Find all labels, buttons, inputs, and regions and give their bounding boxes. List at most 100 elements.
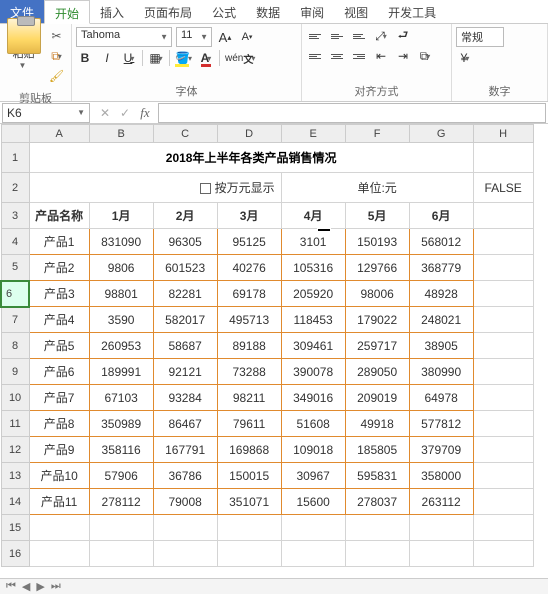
row-header[interactable]: 8 xyxy=(1,333,29,359)
data-cell[interactable]: 产品1 xyxy=(29,229,89,255)
data-cell[interactable]: 349016 xyxy=(281,385,345,411)
data-cell[interactable]: 93284 xyxy=(153,385,217,411)
data-cell[interactable]: 产品7 xyxy=(29,385,89,411)
border-button[interactable]: ▦▾ xyxy=(147,49,165,67)
data-cell[interactable]: 129766 xyxy=(345,255,409,281)
data-cell[interactable]: 36786 xyxy=(153,463,217,489)
column-header[interactable]: A xyxy=(29,125,89,143)
column-header[interactable]: G xyxy=(409,125,473,143)
cut-button[interactable]: ✂ xyxy=(48,27,66,45)
table-column-header[interactable]: 产品名称 xyxy=(29,203,89,229)
sheet-nav-first-icon[interactable]: ⏮ xyxy=(6,580,16,593)
data-cell[interactable]: 209019 xyxy=(345,385,409,411)
data-cell[interactable]: 产品6 xyxy=(29,359,89,385)
data-cell[interactable]: 产品8 xyxy=(29,411,89,437)
data-cell[interactable]: 40276 xyxy=(217,255,281,281)
cell[interactable] xyxy=(473,437,533,463)
cell[interactable] xyxy=(473,489,533,515)
cell[interactable] xyxy=(29,515,89,541)
formula-input[interactable] xyxy=(158,103,546,123)
row-header[interactable]: 7 xyxy=(1,307,29,333)
data-cell[interactable]: 105316 xyxy=(281,255,345,281)
tab-home[interactable]: 开始 xyxy=(44,0,90,24)
decrease-indent-button[interactable]: ⇤ xyxy=(372,47,390,65)
data-cell[interactable]: 79008 xyxy=(153,489,217,515)
column-header[interactable]: C xyxy=(153,125,217,143)
data-cell[interactable]: 289050 xyxy=(345,359,409,385)
cell[interactable] xyxy=(473,463,533,489)
cell[interactable] xyxy=(217,515,281,541)
tab-insert[interactable]: 插入 xyxy=(90,0,134,23)
data-cell[interactable]: 150193 xyxy=(345,229,409,255)
sheet-nav-next-icon[interactable]: ▶ xyxy=(36,580,44,593)
cell[interactable] xyxy=(89,541,153,567)
data-cell[interactable]: 产品10 xyxy=(29,463,89,489)
data-cell[interactable]: 179022 xyxy=(345,307,409,333)
data-cell[interactable]: 368779 xyxy=(409,255,473,281)
table-column-header[interactable]: 3月 xyxy=(217,203,281,229)
data-cell[interactable]: 205920 xyxy=(281,281,345,307)
phonetic-button[interactable]: wén 文▾ xyxy=(224,49,256,67)
data-cell[interactable]: 358000 xyxy=(409,463,473,489)
data-cell[interactable]: 产品3 xyxy=(29,281,89,307)
row-header[interactable]: 14 xyxy=(1,489,29,515)
data-cell[interactable]: 30967 xyxy=(281,463,345,489)
increase-indent-button[interactable]: ⇥ xyxy=(394,47,412,65)
row-header[interactable]: 16 xyxy=(1,541,29,567)
column-header[interactable]: B xyxy=(89,125,153,143)
cell[interactable] xyxy=(473,307,533,333)
data-cell[interactable]: 产品2 xyxy=(29,255,89,281)
cell[interactable] xyxy=(473,333,533,359)
increase-font-button[interactable]: A▴ xyxy=(216,28,234,46)
cell[interactable] xyxy=(409,541,473,567)
cell[interactable] xyxy=(473,359,533,385)
row-header[interactable]: 11 xyxy=(1,411,29,437)
data-cell[interactable]: 15600 xyxy=(281,489,345,515)
unit-cell[interactable]: 单位:元 xyxy=(281,173,473,203)
cell[interactable] xyxy=(473,411,533,437)
row-header[interactable]: 10 xyxy=(1,385,29,411)
data-cell[interactable]: 263112 xyxy=(409,489,473,515)
cell[interactable] xyxy=(473,515,533,541)
cell[interactable] xyxy=(473,255,533,281)
row-header[interactable]: 3 xyxy=(1,203,29,229)
column-header[interactable]: F xyxy=(345,125,409,143)
data-cell[interactable]: 379709 xyxy=(409,437,473,463)
data-cell[interactable]: 96305 xyxy=(153,229,217,255)
cell[interactable] xyxy=(345,541,409,567)
data-cell[interactable]: 57906 xyxy=(89,463,153,489)
enter-formula-button[interactable]: ✓ xyxy=(116,104,134,122)
font-color-button[interactable]: A▾ xyxy=(197,49,215,67)
data-cell[interactable]: 278037 xyxy=(345,489,409,515)
row-header[interactable]: 13 xyxy=(1,463,29,489)
data-cell[interactable]: 350989 xyxy=(89,411,153,437)
data-cell[interactable]: 495713 xyxy=(217,307,281,333)
decrease-font-button[interactable]: A▾ xyxy=(238,28,256,46)
data-cell[interactable]: 248021 xyxy=(409,307,473,333)
row-header[interactable]: 4 xyxy=(1,229,29,255)
select-all-corner[interactable] xyxy=(1,125,29,143)
table-column-header[interactable]: 2月 xyxy=(153,203,217,229)
underline-button[interactable]: U▾ xyxy=(120,49,138,67)
merge-center-button[interactable]: ⧉▾ xyxy=(416,47,434,65)
align-left-button[interactable] xyxy=(306,47,324,65)
column-header[interactable]: D xyxy=(217,125,281,143)
data-cell[interactable]: 390078 xyxy=(281,359,345,385)
data-cell[interactable]: 109018 xyxy=(281,437,345,463)
data-cell[interactable]: 189991 xyxy=(89,359,153,385)
data-cell[interactable]: 380990 xyxy=(409,359,473,385)
table-column-header[interactable]: 6月 xyxy=(409,203,473,229)
data-cell[interactable]: 260953 xyxy=(89,333,153,359)
row-header[interactable]: 9 xyxy=(1,359,29,385)
cell[interactable] xyxy=(153,541,217,567)
cell[interactable] xyxy=(89,515,153,541)
table-column-header[interactable]: 5月 xyxy=(345,203,409,229)
data-cell[interactable]: 9806 xyxy=(89,255,153,281)
data-cell[interactable]: 95125 xyxy=(217,229,281,255)
row-header[interactable]: 15 xyxy=(1,515,29,541)
cell[interactable] xyxy=(473,203,533,229)
row-header[interactable]: 2 xyxy=(1,173,29,203)
name-box[interactable]: K6▼ xyxy=(2,103,90,123)
data-cell[interactable]: 64978 xyxy=(409,385,473,411)
data-cell[interactable]: 169868 xyxy=(217,437,281,463)
